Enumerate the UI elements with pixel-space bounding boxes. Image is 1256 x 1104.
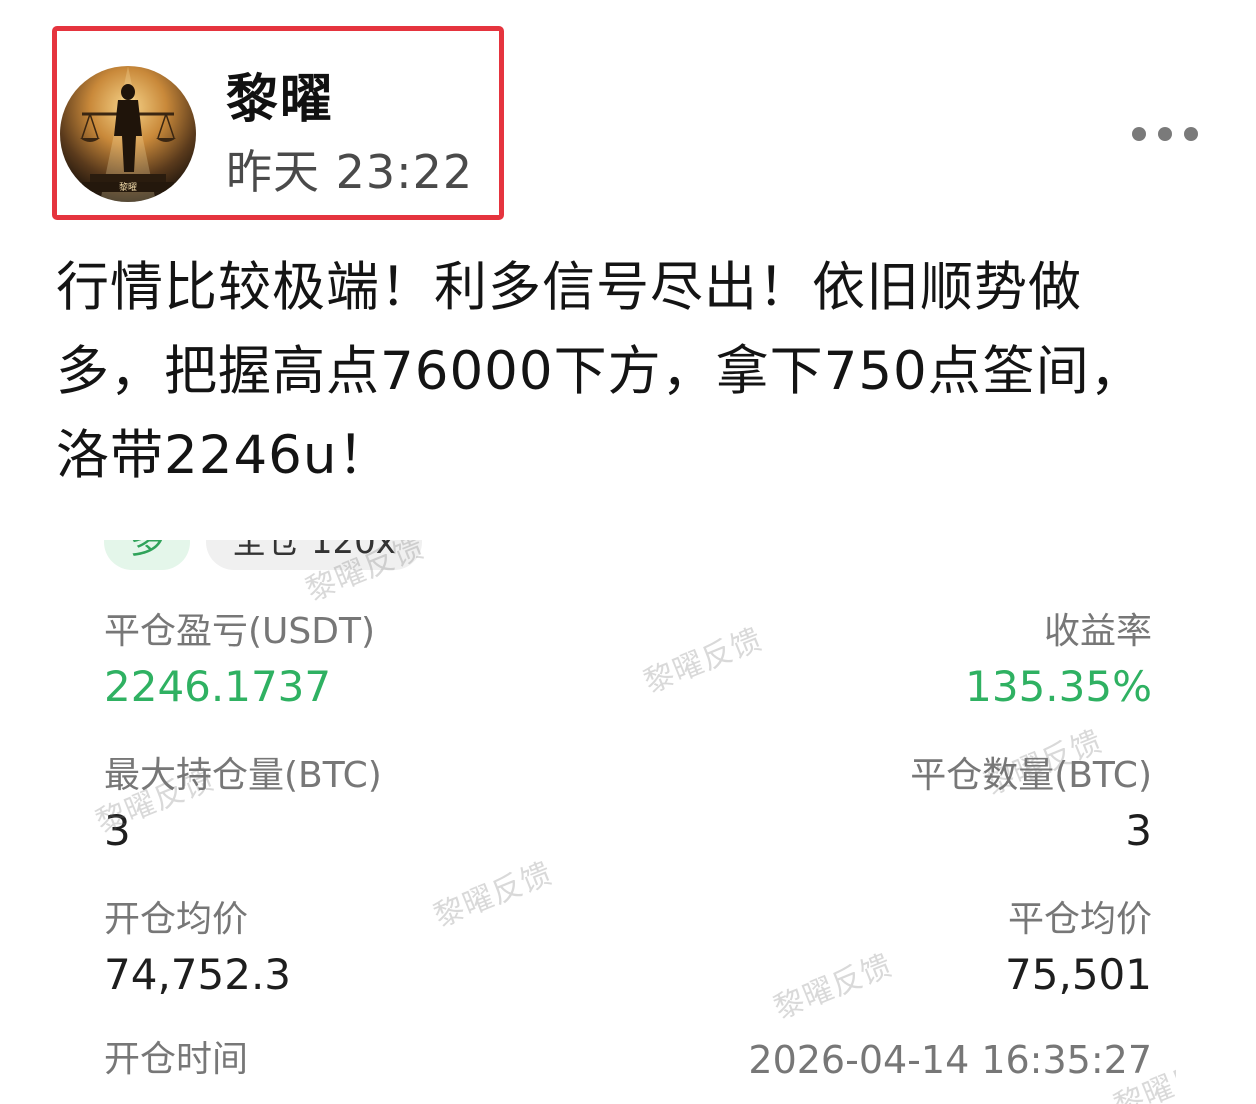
watermark-text: 黎曜反馈 <box>639 621 768 701</box>
pnl-label: 平仓盈亏(USDT) <box>104 611 376 652</box>
roi-label: 收益率 <box>1043 611 1152 652</box>
more-options-button[interactable] <box>1128 118 1204 150</box>
close-price-label: 平仓均价 <box>1007 899 1152 940</box>
post-page: 黎曜 黎曜 昨天 23:22 行情比较极端！利多信号尽出！依旧顺势做多，把握高点… <box>0 0 1256 1104</box>
max-position-label: 最大持仓量(BTC) <box>104 755 382 796</box>
open-time-value: 2026-04-14 16:35:27 <box>748 1038 1152 1082</box>
close-quantity-label: 平仓数量(BTC) <box>910 755 1152 796</box>
close-price-value: 75,501 <box>1005 950 1152 999</box>
avatar-caption: 黎曜 <box>119 181 137 193</box>
leverage-chip: 全仓 120x <box>206 540 422 570</box>
trade-result-card[interactable]: 多 全仓 120x 平仓盈亏(USDT) 2246.1737 收益率 135.3… <box>80 540 1176 1104</box>
avatar-image: 黎曜 <box>60 66 196 202</box>
author-name[interactable]: 黎曜 <box>226 68 334 132</box>
pnl-value: 2246.1737 <box>104 662 332 711</box>
post-timestamp: 昨天 23:22 <box>226 145 474 199</box>
watermark-text: 黎曜反馈 <box>429 855 558 935</box>
author-avatar[interactable]: 黎曜 <box>60 66 196 202</box>
post-body-text: 行情比较极端！利多信号尽出！依旧顺势做多，把握高点76000下方，拿下750点筌… <box>56 257 1144 486</box>
watermark-text: 黎曜反馈 <box>769 947 898 1027</box>
close-quantity-value: 3 <box>1125 806 1152 855</box>
open-price-value: 74,752.3 <box>104 950 292 999</box>
open-time-label: 开仓时间 <box>104 1039 249 1080</box>
more-horizontal-icon <box>1158 127 1172 141</box>
more-horizontal-icon <box>1184 127 1198 141</box>
max-position-value: 3 <box>104 806 131 855</box>
more-horizontal-icon <box>1132 127 1146 141</box>
roi-value: 135.35% <box>965 662 1152 711</box>
open-price-label: 开仓均价 <box>104 899 249 940</box>
direction-chip: 多 <box>104 540 190 570</box>
